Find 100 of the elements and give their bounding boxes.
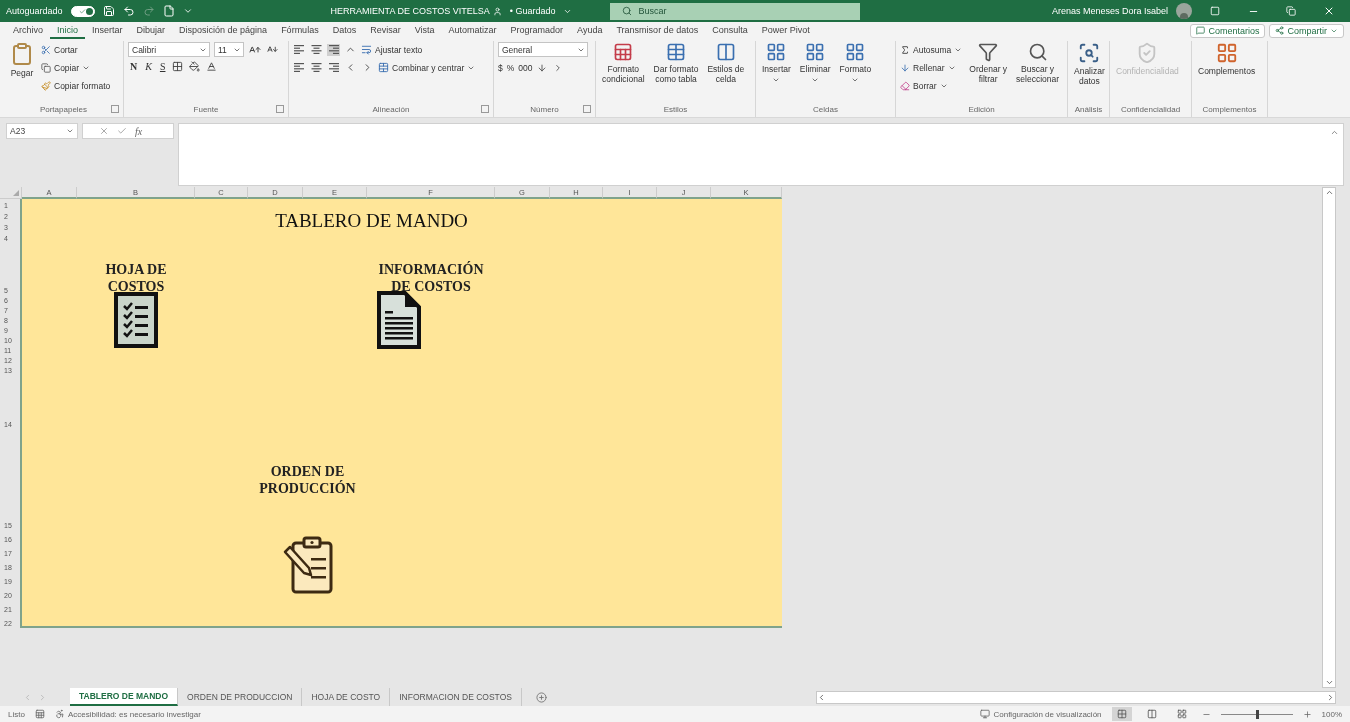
menu-tab[interactable]: Insertar	[85, 22, 130, 39]
lines-icon	[294, 62, 305, 73]
find-select-button[interactable]: Buscar y seleccionar	[1014, 42, 1062, 84]
zoom-slider-thumb[interactable]	[1255, 709, 1259, 719]
insert-function-button[interactable]: fx	[135, 125, 143, 137]
section-label: ORDEN DE PRODUCCIÓN	[259, 462, 356, 497]
menu-tab[interactable]: Automatizar	[441, 22, 504, 39]
font-size-field[interactable]: 11	[214, 42, 244, 57]
zoom-in-icon[interactable]	[1302, 709, 1312, 719]
cells-button[interactable]: Formato	[837, 42, 874, 84]
sort-filter-button[interactable]: Ordenar y filtrar	[967, 42, 1010, 84]
thousands-button[interactable]: 000	[518, 60, 533, 75]
menu-tab[interactable]: Ayuda	[570, 22, 610, 39]
display-settings-button[interactable]: Configuración de visualización	[980, 709, 1102, 719]
group-label: Portapapeles	[39, 105, 88, 114]
menu-tab[interactable]: Transmisor de datos	[609, 22, 706, 39]
align-right-button[interactable]	[327, 61, 340, 74]
eraser-icon	[900, 80, 910, 91]
grid-icon	[805, 42, 826, 62]
search-field[interactable]: Buscar	[610, 2, 861, 20]
cancel-icon[interactable]	[99, 126, 109, 136]
italic-button[interactable]: K	[143, 61, 154, 72]
styles-button[interactable]: Dar formato como tabla	[651, 42, 701, 84]
cells-button[interactable]: Insertar	[760, 42, 793, 84]
document-title[interactable]: HERRAMIENTA DE COSTOS VITELSA	[330, 6, 502, 16]
clipboard-icon	[10, 42, 34, 66]
name-box[interactable]: A23	[6, 123, 78, 139]
align-left-button[interactable]	[293, 61, 306, 74]
paintbrush-icon	[41, 80, 51, 91]
menu-tab[interactable]: Power Pivot	[754, 22, 817, 39]
autosave-label: Autoguardado	[6, 6, 63, 16]
menu-tab[interactable]: Fórmulas	[274, 22, 326, 39]
styles-button[interactable]: Formato condicional	[600, 42, 647, 84]
wrap-text-icon	[361, 44, 372, 55]
paint-bucket-icon	[189, 61, 201, 72]
comments-button[interactable]: Comentarios	[1190, 23, 1266, 38]
fill-button[interactable]: Rellenar	[900, 60, 963, 75]
paste-button[interactable]: Pegar	[8, 42, 36, 78]
group-launcher[interactable]	[276, 105, 284, 113]
group-label: Análisis	[1074, 105, 1103, 114]
wrap-text-button[interactable]: Ajustar texto	[361, 42, 423, 57]
group-launcher[interactable]	[583, 105, 591, 113]
group-launcher[interactable]	[481, 105, 489, 113]
merge-center-button[interactable]: Combinar y centrar	[378, 60, 476, 75]
view-button[interactable]	[1111, 707, 1132, 721]
square-icon	[1210, 6, 1220, 16]
format-painter-button[interactable]: Copiar formato	[41, 78, 111, 93]
menu-tab[interactable]: Disposición de página	[172, 22, 275, 39]
align-middle-button[interactable]	[310, 43, 323, 56]
vertical-scrollbar[interactable]	[1322, 187, 1336, 688]
styles-button[interactable]: Estilos de celda	[705, 42, 747, 84]
formula-input[interactable]	[178, 123, 1344, 186]
menu-tab[interactable]: Vista	[407, 22, 442, 39]
autosave-toggle[interactable]	[70, 5, 95, 17]
align-bottom-button[interactable]	[327, 43, 340, 56]
font-color-button[interactable]	[205, 60, 219, 73]
cells-button[interactable]: Eliminar	[797, 42, 833, 84]
enter-icon[interactable]	[117, 126, 127, 136]
align-top-button[interactable]	[293, 43, 306, 56]
bold-button[interactable]: N	[128, 61, 140, 72]
menu-tab[interactable]: Revisar	[363, 22, 408, 39]
autosum-button[interactable]: Autosuma	[900, 42, 963, 57]
borders-button[interactable]	[171, 60, 185, 73]
lines-icon	[311, 44, 322, 55]
avatar	[1176, 3, 1192, 19]
share-button[interactable]: Compartir	[1269, 23, 1344, 38]
underline-button[interactable]: S	[157, 61, 168, 72]
menu-tab[interactable]: Datos	[325, 22, 364, 39]
undo-button[interactable]	[122, 5, 135, 17]
zoom-level: 100%	[1321, 709, 1342, 719]
horizontal-scrollbar[interactable]	[816, 690, 1336, 704]
new-file-button[interactable]	[162, 5, 175, 17]
analyze-data-button[interactable]: Analizar datos	[1072, 42, 1107, 86]
menu-tab[interactable]: Archivo	[6, 22, 50, 39]
group-launcher[interactable]	[111, 105, 119, 113]
menu-tab[interactable]: Dibujar	[129, 22, 173, 39]
sheet-tab[interactable]: TABLERO DE MANDO	[70, 688, 179, 706]
save-button[interactable]	[102, 5, 115, 17]
cut-button[interactable]: Cortar	[41, 42, 111, 57]
select-all-button[interactable]	[0, 187, 22, 199]
borders-icon	[172, 61, 184, 72]
copy-button[interactable]: Copiar	[41, 60, 111, 75]
grid-icon	[766, 42, 787, 62]
scissors-icon	[41, 44, 51, 55]
currency-button[interactable]: $	[498, 60, 503, 75]
grid-icon	[845, 42, 866, 62]
menu-tab[interactable]: Programador	[503, 22, 571, 39]
number-format-field[interactable]: General	[498, 42, 588, 57]
menu-tab[interactable]: Consulta	[705, 22, 755, 39]
fill-color-button[interactable]	[188, 60, 202, 73]
percent-button[interactable]: %	[506, 60, 515, 75]
customize-button[interactable]	[182, 6, 193, 16]
clear-button[interactable]: Borrar	[900, 78, 963, 93]
align-center-button[interactable]	[310, 61, 323, 74]
accessibility-icon	[54, 709, 65, 719]
font-name-field[interactable]: Calibri	[128, 42, 210, 57]
merge-icon	[378, 62, 389, 73]
add-ins-button[interactable]: Complementos	[1196, 42, 1258, 76]
accessibility-button[interactable]: Accesibilidad: es necesario investigar	[54, 709, 201, 719]
group-label: Fuente	[193, 105, 219, 114]
